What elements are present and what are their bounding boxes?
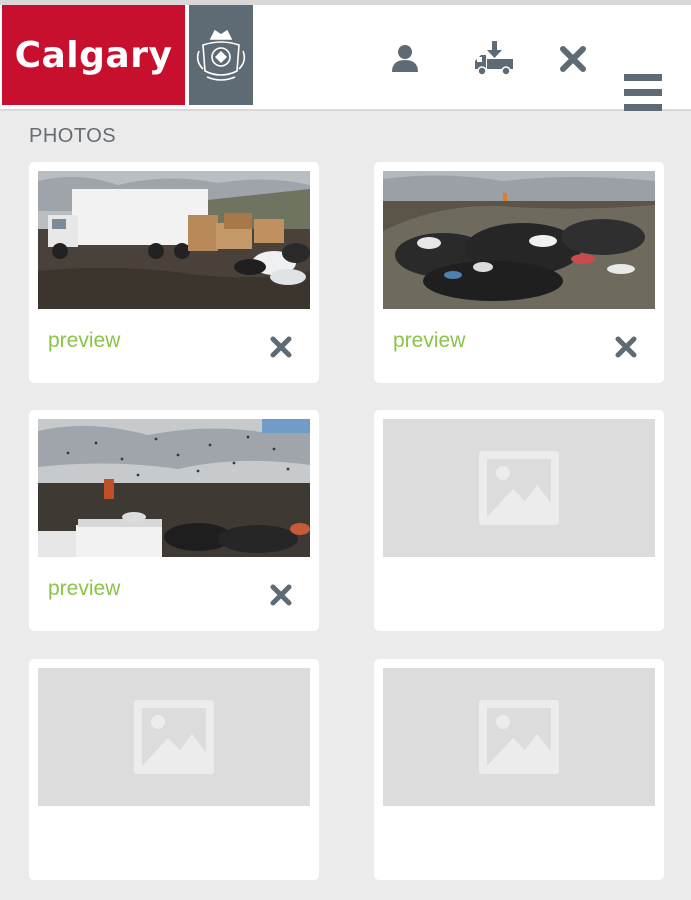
image-placeholder-icon [383,668,655,806]
calgary-logo[interactable]: Calgary [2,5,185,105]
remove-photo-icon[interactable] [611,332,641,362]
image-placeholder-icon [383,419,655,557]
remove-photo-icon[interactable] [266,580,296,610]
preview-link[interactable]: preview [48,329,120,353]
photo-card-empty[interactable] [374,410,664,631]
close-icon[interactable] [557,43,589,75]
city-crest-icon [189,5,253,105]
preview-link[interactable]: preview [48,577,120,601]
remove-photo-icon[interactable] [266,332,296,362]
photo-card-empty[interactable] [374,659,664,880]
photo-thumbnail[interactable] [38,419,310,557]
photo-card: preview [374,162,664,383]
photos-section-title: PHOTOS [29,125,117,147]
preview-link[interactable]: preview [393,329,465,353]
app-header: Calgary [0,5,691,111]
photo-card: preview [29,162,319,383]
image-placeholder-icon [38,668,310,806]
photo-card-empty[interactable] [29,659,319,880]
user-icon[interactable] [388,41,422,75]
truck-download-icon[interactable] [472,39,516,79]
photo-thumbnail[interactable] [38,171,310,309]
photo-card: preview [29,410,319,631]
hamburger-menu-icon[interactable] [622,73,664,113]
photo-thumbnail[interactable] [383,171,655,309]
